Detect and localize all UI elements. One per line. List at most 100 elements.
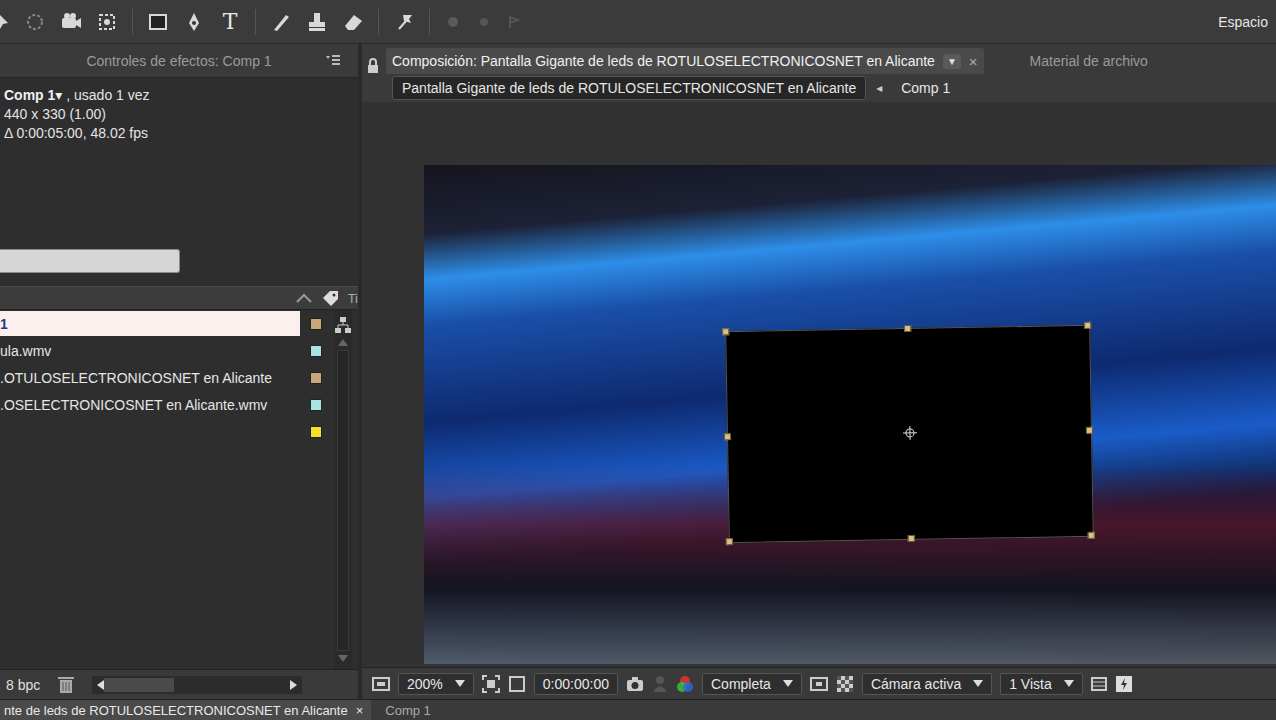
camera-dropdown[interactable]: Cámara activa [862,673,992,695]
footage-tab-label[interactable]: Material de archivo [1030,53,1148,69]
clone-stamp-tool-icon[interactable] [306,11,328,33]
always-preview-icon[interactable] [372,676,390,692]
breadcrumb[interactable]: Comp 1 [892,77,959,99]
trash-icon[interactable] [58,676,74,694]
pen-tool-icon[interactable] [183,11,205,33]
channels-icon[interactable] [676,675,694,693]
scroll-up-icon[interactable] [338,338,348,346]
breadcrumb[interactable]: Pantalla Gigante de leds de ROTULOSELECT… [392,76,866,100]
project-item-row[interactable]: ula.wmv [0,337,334,364]
project-item-name-cell[interactable]: ula.wmv [0,338,300,363]
timecode-value[interactable]: 0:00:00:00 [543,676,609,692]
text-tool[interactable]: T [219,11,241,33]
composition-viewer[interactable] [362,102,1276,667]
tab-menu-button[interactable]: ▼ [943,54,961,69]
brush-tool-icon[interactable] [270,11,292,33]
composition-tab-label[interactable]: Composición: Pantalla Gigante de leds de… [392,53,935,69]
pan-behind-tool-icon[interactable] [96,11,118,33]
horizontal-scrollbar[interactable] [92,676,302,694]
views-dropdown[interactable]: 1 Vista [1000,673,1083,695]
project-item-name[interactable]: .OSELECTRONICOSNET en Alicante.wmv [0,397,267,413]
resolution-value[interactable]: Completa [711,676,771,692]
project-item-name-cell[interactable]: .OSELECTRONICOSNET en Alicante.wmv [0,392,300,417]
bit-depth-button[interactable]: 8 bpc [6,677,40,693]
transform-handle[interactable] [1088,532,1095,539]
selected-layer[interactable] [725,325,1094,543]
fast-preview-icon[interactable] [810,676,828,692]
puppet-pin-tool-icon[interactable] [393,11,415,33]
zoom-dropdown[interactable]: 200% [398,673,474,695]
timeline-tab-close[interactable]: × [356,703,364,718]
transform-handle[interactable] [1086,427,1093,434]
panel-menu-icon[interactable] [326,55,340,65]
label-color-swatch[interactable] [310,318,322,330]
label-color-swatch[interactable] [310,372,322,384]
selection-tool-icon[interactable] [0,11,10,33]
snapshot-icon[interactable] [626,676,644,692]
eraser-tool-icon[interactable] [342,11,364,33]
safe-margins-icon[interactable] [508,675,526,693]
transform-handle[interactable] [904,325,911,332]
effects-controls-tab[interactable]: Controles de efectos: Comp 1 [0,44,358,78]
timeline-toggle-icon[interactable] [1091,676,1107,692]
transform-handle[interactable] [724,433,731,440]
transparency-grid-icon[interactable] [836,675,854,693]
footage-tab[interactable]: Material de archivo [990,48,1154,74]
camera-value[interactable]: Cámara activa [871,676,961,692]
scroll-left-icon[interactable] [96,680,104,690]
project-item-name[interactable]: .OTULOSELECTRONICOSNET en Alicante [0,370,272,386]
views-value[interactable]: 1 Vista [1009,676,1052,692]
project-item-name-cell[interactable]: 1 [0,311,300,336]
dropdown-arrow-icon[interactable] [783,680,793,687]
type-column-header[interactable]: Ti [348,291,358,306]
project-search-field[interactable] [0,249,180,273]
lock-icon[interactable] [366,58,380,74]
comp-name[interactable]: Comp 1▾ [4,87,62,103]
timeline-tab-label[interactable]: Comp 1 [385,703,431,718]
transform-handle[interactable] [722,328,729,335]
timeline-tab[interactable]: Comp 1 [381,700,447,720]
effects-controls-tab-label[interactable]: Controles de efectos: Comp 1 [86,53,271,69]
project-item-name-cell[interactable] [0,419,300,444]
project-scrollbar[interactable] [334,310,352,669]
tab-close-button[interactable]: × [969,53,978,70]
scroll-track[interactable] [337,350,349,651]
project-item-name[interactable]: ula.wmv [0,343,51,359]
timecode-field[interactable]: 0:00:00:00 [534,673,618,695]
label-column-icon[interactable] [320,289,340,307]
transform-handle[interactable] [1084,322,1091,329]
rotate-tool-icon[interactable] [24,11,46,33]
project-item-name-cell[interactable]: .OTULOSELECTRONICOSNET en Alicante [0,365,300,390]
project-item-row[interactable]: .OTULOSELECTRONICOSNET en Alicante [0,364,334,391]
label-color-swatch[interactable] [310,345,322,357]
dropdown-arrow-icon[interactable] [455,680,465,687]
region-of-interest-icon[interactable] [482,675,500,693]
timeline-tab-label[interactable]: nte de leds de ROTULOSELECTRONICOSNET en… [4,703,348,718]
text-tool-label[interactable]: T [223,11,238,33]
camera-tool-icon[interactable] [60,11,82,33]
transform-handle[interactable] [726,538,733,545]
flowchart-icon[interactable] [334,316,352,334]
flowchart-toggle-icon[interactable] [1115,675,1133,693]
anchor-point-icon[interactable] [903,426,917,440]
project-item-row[interactable] [0,418,334,445]
dropdown-arrow-icon[interactable] [973,680,983,687]
zoom-value[interactable]: 200% [407,676,443,692]
timeline-tab[interactable]: nte de leds de ROTULOSELECTRONICOSNET en… [0,700,371,720]
rectangle-tool-icon[interactable] [147,11,169,33]
sort-arrow-icon[interactable] [296,293,312,303]
scroll-thumb[interactable] [104,678,174,692]
project-item-name[interactable]: 1 [0,316,8,332]
resolution-dropdown[interactable]: Completa [702,673,802,695]
label-color-swatch[interactable] [310,426,322,438]
composition-tab[interactable]: Composición: Pantalla Gigante de leds de… [386,48,984,74]
workspace-label[interactable]: Espacio [1218,14,1272,30]
dropdown-arrow-icon[interactable] [1064,680,1074,687]
label-color-swatch[interactable] [310,399,322,411]
project-item-row[interactable]: 1 [0,310,334,337]
scroll-right-icon[interactable] [290,680,298,690]
transform-handle[interactable] [908,535,915,542]
scroll-down-icon[interactable] [338,655,348,663]
project-item-row[interactable]: .OSELECTRONICOSNET en Alicante.wmv [0,391,334,418]
video-frame[interactable] [424,165,1276,664]
